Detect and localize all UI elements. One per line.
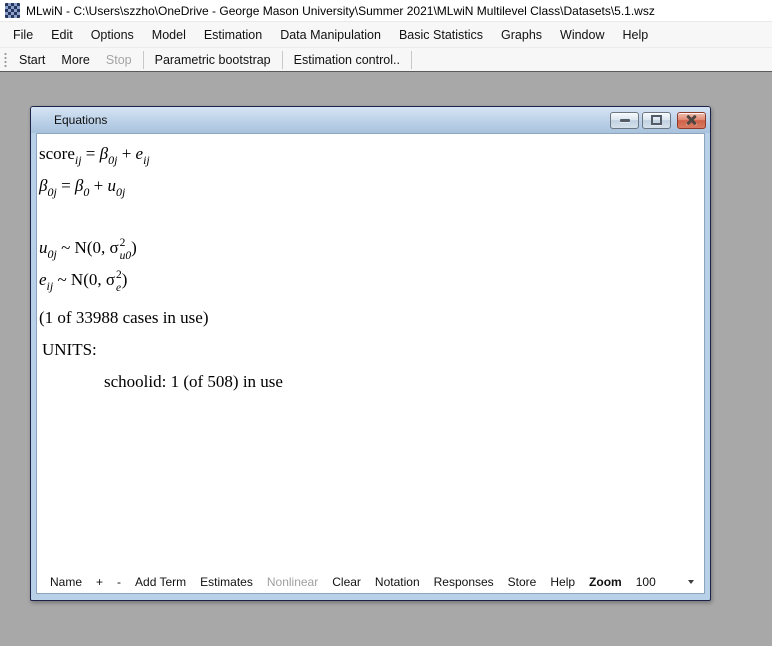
minimize-icon [620,119,630,122]
units-header[interactable]: UNITS: [39,334,704,366]
equations-button-responses[interactable]: Responses [427,572,501,592]
equation-level2[interactable]: β0j = β0 + u0j [39,170,704,202]
restore-button[interactable] [642,112,671,129]
equations-button-store[interactable]: Store [501,572,544,592]
close-icon [686,115,697,125]
menu-item-data-manipulation[interactable]: Data Manipulation [271,22,390,47]
app-titlebar[interactable]: MLwiN - C:\Users\szzho\OneDrive - George… [0,0,772,22]
menu-item-edit[interactable]: Edit [42,22,82,47]
toolbar-button-parametric-bootstrap[interactable]: Parametric bootstrap [147,50,279,70]
menu-item-help[interactable]: Help [614,22,658,47]
mdi-area: Equations scoreij = β0j + eijβ0j = β0 + … [0,72,772,646]
equations-client: scoreij = β0j + eijβ0j = β0 + u0j u0j ~ N… [36,133,705,594]
equation-e-distribution[interactable]: eij ~ N(0, σ2e) [39,264,704,296]
menu-item-estimation[interactable]: Estimation [195,22,271,47]
equations-bottom-toolbar: Name+-Add TermEstimatesNonlinearClearNot… [37,570,704,593]
toolbar-button-start[interactable]: Start [11,50,53,70]
menu-item-file[interactable]: File [4,22,42,47]
cases-in-use-note[interactable]: (1 of 33988 cases in use) [39,302,704,334]
toolbar: StartMoreStop Parametric bootstrap Estimat… [0,48,772,72]
app-title: MLwiN - C:\Users\szzho\OneDrive - George… [26,4,655,18]
equation-spacer [39,202,704,232]
equation-level1[interactable]: scoreij = β0j + eij [39,138,704,170]
toolbar-separator [282,51,283,69]
equations-button-help[interactable]: Help [543,572,582,592]
equations-button-nonlinear: Nonlinear [260,572,325,592]
equations-button-item[interactable]: - [110,572,128,592]
chevron-down-icon [688,580,694,584]
close-button[interactable] [677,112,706,129]
toolbar-grip-icon[interactable] [4,52,7,68]
minimize-button[interactable] [610,112,639,129]
equations-bottom-toolbar-buttons: Name+-Add TermEstimatesNonlinearClearNot… [43,572,629,592]
menu-item-graphs[interactable]: Graphs [492,22,551,47]
equations-button-clear[interactable]: Clear [325,572,368,592]
equations-button-estimates[interactable]: Estimates [193,572,260,592]
equations-button-item[interactable]: + [89,572,110,592]
equations-button-zoom[interactable]: Zoom [582,572,629,592]
equations-window: Equations scoreij = β0j + eijβ0j = β0 + … [30,106,711,601]
toolbar-buttons: StartMoreStop Parametric bootstrap Estimat… [11,50,415,70]
menu-item-model[interactable]: Model [143,22,195,47]
toolbar-button-more[interactable]: More [53,50,97,70]
restore-icon [651,115,662,125]
toolbar-separator [143,51,144,69]
app-icon [5,3,20,18]
equations-titlebar[interactable]: Equations [31,107,710,133]
zoom-dropdown[interactable]: 100 [631,573,699,591]
menu-item-basic-statistics[interactable]: Basic Statistics [390,22,492,47]
zoom-value: 100 [636,575,656,589]
equations-button-name[interactable]: Name [43,572,89,592]
equations-button-notation[interactable]: Notation [368,572,427,592]
equations-area: scoreij = β0j + eijβ0j = β0 + u0j u0j ~ N… [37,134,704,570]
menu-bar: FileEditOptionsModelEstimationData Manip… [0,22,772,48]
toolbar-separator [411,51,412,69]
toolbar-button-stop: Stop [98,50,140,70]
equation-u-distribution[interactable]: u0j ~ N(0, σ2u0) [39,232,704,264]
equations-button-add-term[interactable]: Add Term [128,572,193,592]
menu-item-options[interactable]: Options [82,22,143,47]
equations-window-title: Equations [54,113,607,127]
menu-item-window[interactable]: Window [551,22,613,47]
units-schoolid[interactable]: schoolid: 1 (of 508) in use [39,366,704,398]
toolbar-button-estimation-control[interactable]: Estimation control.. [286,50,408,70]
